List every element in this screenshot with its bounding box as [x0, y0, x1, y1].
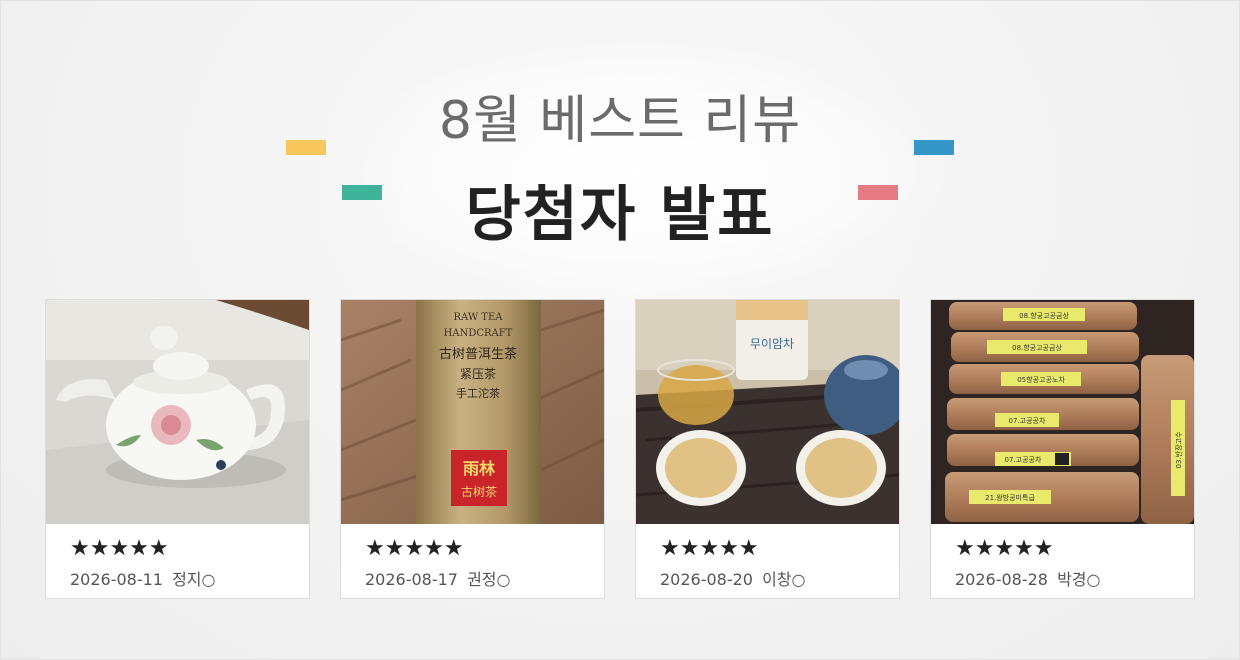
review-meta: 2026-08-28 박경○ — [955, 566, 1100, 590]
box-label-4: 07.고공공차 — [1009, 416, 1046, 425]
review-cards: ★★★★★ 2026-08-11 정지○ RAW TEA HANDCRAFT 古… — [45, 299, 1195, 599]
teapot-photo[interactable] — [46, 300, 309, 524]
review-card-4[interactable]: 08.향궁고공금상 08.향궁고공금상 05향공고공노차 07.고공공차 07.… — [930, 299, 1195, 599]
tea-boxes-photo[interactable]: 08.향궁고공금상 08.향궁고공금상 05향공고공노차 07.고공공차 07.… — [931, 300, 1194, 524]
rating-stars: ★★★★★ — [365, 536, 464, 561]
review-card-3[interactable]: 무이암차 ★★★★★ 2026-08-20 이창○ — [635, 299, 900, 599]
box-label-2: 08.향궁고공금상 — [1012, 343, 1062, 352]
review-meta: 2026-08-11 정지○ — [70, 566, 215, 590]
accent-dash-pink — [858, 185, 898, 200]
accent-dash-teal — [342, 185, 382, 200]
accent-dash-blue — [914, 140, 954, 155]
package-text-1: RAW TEA — [454, 312, 504, 323]
rating-stars: ★★★★★ — [660, 536, 759, 561]
package-text-2: HANDCRAFT — [444, 328, 513, 339]
reviewer-name: 이창○ — [762, 570, 806, 589]
tea-cups-photo[interactable]: 무이암차 — [636, 300, 899, 524]
seal-text-1: 雨林 — [463, 459, 495, 478]
review-meta: 2026-08-17 권정○ — [365, 566, 510, 590]
review-date: 2026-08-11 — [70, 570, 163, 589]
bottle-label: 무이암차 — [750, 337, 794, 351]
box-label-1: 08.향궁고공금상 — [1019, 311, 1069, 320]
review-date: 2026-08-17 — [365, 570, 458, 589]
seal-text-2: 古树茶 — [461, 484, 497, 499]
box-label-3: 05향공고공노차 — [1017, 375, 1065, 384]
reviewer-name: 박경○ — [1057, 570, 1101, 589]
accent-dash-yellow — [286, 140, 326, 155]
review-meta: 2026-08-20 이창○ — [660, 566, 805, 590]
box-label-6: 21.왕방공미특급 — [985, 493, 1035, 502]
package-text-4: 紧压茶 — [460, 366, 496, 381]
review-card-1[interactable]: ★★★★★ 2026-08-11 정지○ — [45, 299, 310, 599]
reviewer-name: 권정○ — [467, 570, 511, 589]
rating-stars: ★★★★★ — [955, 536, 1054, 561]
tea-package-photo[interactable]: RAW TEA HANDCRAFT 古树普洱生茶 紧压茶 手工沱茶 雨林 古树茶 — [341, 300, 604, 524]
review-date: 2026-08-20 — [660, 570, 753, 589]
review-date: 2026-08-28 — [955, 570, 1048, 589]
package-text-3: 古树普洱生茶 — [439, 346, 517, 362]
rating-stars: ★★★★★ — [70, 536, 169, 561]
headline-line-1: 8월 베스트 리뷰 — [438, 91, 802, 151]
review-card-2[interactable]: RAW TEA HANDCRAFT 古树普洱生茶 紧压茶 手工沱茶 雨林 古树茶… — [340, 299, 605, 599]
reviewer-name: 정지○ — [172, 570, 216, 589]
headline-line-2: 당첨자 발표 — [465, 180, 775, 250]
package-text-5: 手工沱茶 — [456, 386, 500, 400]
box-label-5: 07.고공공차 — [1005, 455, 1042, 464]
box-label-7: 03.반장고수 — [1174, 431, 1183, 468]
